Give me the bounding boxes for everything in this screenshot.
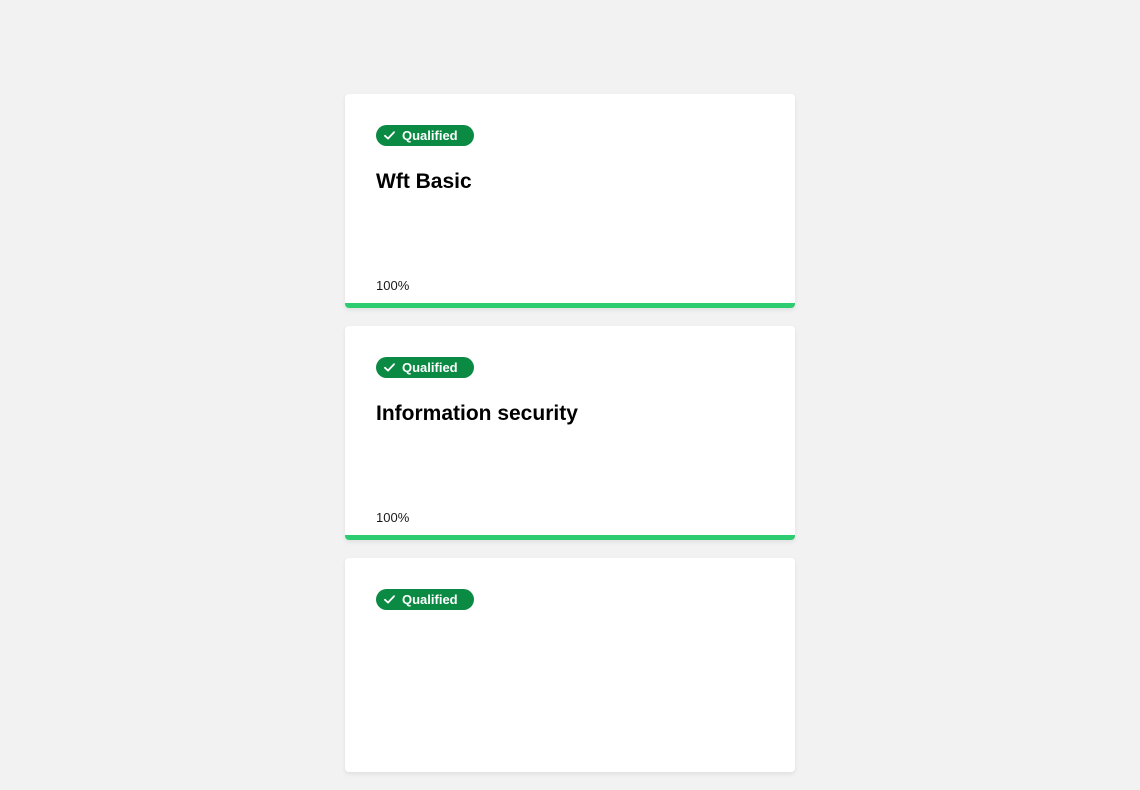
checkmark-icon [384, 130, 395, 141]
course-card[interactable]: Qualified [345, 558, 795, 772]
status-badge: Qualified [376, 357, 474, 378]
status-badge: Qualified [376, 125, 474, 146]
checkmark-icon [384, 594, 395, 605]
status-badge-label: Qualified [402, 592, 458, 607]
status-badge-label: Qualified [402, 128, 458, 143]
progress-percent: 100% [376, 510, 410, 525]
status-badge-label: Qualified [402, 360, 458, 375]
course-card[interactable]: Qualified Information security 100% [345, 326, 795, 540]
progress-bar-fill [345, 303, 795, 308]
course-card[interactable]: Qualified Wft Basic 100% [345, 94, 795, 308]
course-title: Wft Basic [376, 170, 472, 193]
status-badge: Qualified [376, 589, 474, 610]
progress-bar [345, 535, 795, 540]
progress-percent: 100% [376, 278, 410, 293]
progress-bar [345, 303, 795, 308]
progress-bar-fill [345, 535, 795, 540]
course-list: Qualified Wft Basic 100% Qualified Infor… [345, 94, 795, 790]
course-title: Information security [376, 402, 578, 425]
checkmark-icon [384, 362, 395, 373]
